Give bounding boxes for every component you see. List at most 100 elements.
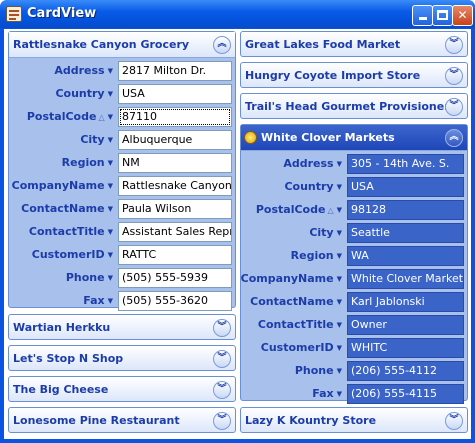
field-label[interactable]: Address ▼ [283,157,342,170]
filter-dropdown-icon[interactable]: ▼ [108,182,113,190]
window-title: CardView [27,6,97,21]
field-value-country[interactable]: USA [118,84,232,104]
field-value-contactname[interactable]: Paula Wilson [118,199,232,219]
field-label[interactable]: PostalCode △ ▼ [256,203,342,216]
field-value-phone[interactable]: (505) 555-5939 [118,268,232,288]
card-hungry-coyote[interactable]: Hungry Coyote Import Store ︾ [240,62,468,88]
field-label-text: Region [61,156,105,169]
expand-chevron-icon[interactable]: ︾ [445,67,463,85]
filter-dropdown-icon[interactable]: ▼ [108,90,113,98]
field-value-address[interactable]: 2817 Milton Dr. [118,61,232,81]
field-label[interactable]: Country ▼ [55,87,113,100]
card-white-clover[interactable]: White Clover Markets ︽ Address ▼ 305 - 14t… [240,124,468,404]
field-label[interactable]: Phone ▼ [295,364,342,377]
field-label[interactable]: Country ▼ [284,180,342,193]
expand-chevron-icon[interactable]: ︾ [213,412,231,430]
filter-dropdown-icon[interactable]: ▼ [337,275,342,283]
field-value-contacttitle[interactable]: Assistant Sales Repre [118,222,232,242]
maximize-button[interactable] [432,5,453,26]
card-lonesome-pine[interactable]: Lonesome Pine Restaurant ︾ [8,407,236,433]
field-label[interactable]: Address ▼ [54,64,113,77]
filter-dropdown-icon[interactable]: ▼ [337,321,342,329]
card-header[interactable]: Rattlesnake Canyon Grocery ︽ [9,32,235,58]
card-trails-head[interactable]: Trail's Head Gourmet Provisioners ︾ [240,93,468,119]
field-label[interactable]: CustomerID ▼ [32,248,113,261]
field-value-postalcode[interactable]: 98128 [347,200,464,220]
field-value-postalcode[interactable]: 87110 [118,107,232,127]
field-label-text: PostalCode [26,110,97,123]
field-value-city[interactable]: Albuquerque [118,130,232,150]
field-value-contactname[interactable]: Karl Jablonski [347,292,464,312]
field-value-contacttitle[interactable]: Owner [347,315,464,335]
field-value-region[interactable]: WA [347,246,464,266]
filter-dropdown-icon[interactable]: ▼ [337,183,342,191]
expand-chevron-icon[interactable]: ︾ [445,98,463,116]
field-value-customerid[interactable]: WHITC [347,338,464,358]
field-label[interactable]: Fax ▼ [83,294,113,307]
close-button[interactable]: ✕ [452,5,473,26]
filter-dropdown-icon[interactable]: ▼ [108,251,113,259]
field-label[interactable]: City ▼ [309,226,342,239]
filter-dropdown-icon[interactable]: ▼ [108,67,113,75]
field-value-city[interactable]: Seattle [347,223,464,243]
field-value-phone[interactable]: (206) 555-4112 [347,361,464,381]
filter-dropdown-icon[interactable]: ▼ [337,160,342,168]
card-rattlesnake[interactable]: Rattlesnake Canyon Grocery ︽ Address ▼ 281… [8,31,236,311]
field-value-fax[interactable]: (206) 555-4115 [347,384,464,404]
field-value-customerid[interactable]: RATTC [118,245,232,265]
card-great-lakes[interactable]: Great Lakes Food Market ︾ [240,31,468,57]
filter-dropdown-icon[interactable]: ▼ [108,159,113,167]
filter-dropdown-icon[interactable]: ▼ [108,274,113,282]
card-the-big-cheese[interactable]: The Big Cheese ︾ [8,376,236,402]
card-title: White Clover Markets [261,131,395,144]
filter-dropdown-icon[interactable]: ▼ [108,136,113,144]
app-icon [6,6,22,22]
field-label[interactable]: PostalCode △ ▼ [27,110,113,123]
field-label[interactable]: ContactName ▼ [250,295,342,308]
filter-dropdown-icon[interactable]: ▼ [108,113,113,121]
filter-dropdown-icon[interactable]: ▼ [337,206,342,214]
card-header[interactable]: White Clover Markets ︽ [241,125,467,151]
minimize-button[interactable] [412,5,433,26]
field-label[interactable]: CompanyName ▼ [12,179,113,192]
filter-dropdown-icon[interactable]: ▼ [108,228,113,236]
field-label[interactable]: ContactName ▼ [21,202,113,215]
expand-chevron-icon[interactable]: ︾ [445,412,463,430]
field-label[interactable]: Fax ▼ [312,387,342,400]
field-value-region[interactable]: NM [118,153,232,173]
field-label[interactable]: ContactTitle ▼ [258,318,342,331]
filter-dropdown-icon[interactable]: ▼ [337,344,342,352]
field-label[interactable]: Region ▼ [291,249,342,262]
filter-dropdown-icon[interactable]: ▼ [337,298,342,306]
collapse-chevron-icon[interactable]: ︽ [213,36,231,54]
filter-dropdown-icon[interactable]: ▼ [108,205,113,213]
field-label[interactable]: Region ▼ [62,156,113,169]
field-label[interactable]: ContactTitle ▼ [29,225,113,238]
filter-dropdown-icon[interactable]: ▼ [337,229,342,237]
card-lazy-k[interactable]: Lazy K Kountry Store ︾ [240,407,468,433]
field-label[interactable]: CustomerID ▼ [261,341,342,354]
card-lets-stop-n-shop[interactable]: Let's Stop N Shop ︾ [8,345,236,371]
field-row-country: Country ▼ [9,83,113,106]
field-value-fax[interactable]: (505) 555-3620 [118,291,232,311]
field-label[interactable]: City ▼ [80,133,113,146]
filter-dropdown-icon[interactable]: ▼ [108,297,113,305]
field-value-address[interactable]: 305 - 14th Ave. S. [347,154,464,174]
expand-chevron-icon[interactable]: ︾ [213,350,231,368]
field-value-companyname[interactable]: Rattlesnake Canyon [118,176,232,196]
field-value-country[interactable]: USA [347,177,464,197]
collapse-chevron-icon[interactable]: ︽ [445,129,463,147]
expand-chevron-icon[interactable]: ︾ [213,381,231,399]
field-value-companyname[interactable]: White Clover Markets [347,269,464,289]
field-label-text: Address [54,64,105,77]
card-wartian-herkku[interactable]: Wartian Herkku ︾ [8,314,236,340]
filter-dropdown-icon[interactable]: ▼ [337,252,342,260]
expand-chevron-icon[interactable]: ︾ [213,319,231,337]
field-row-customerid: CustomerID ▼ [9,244,113,267]
filter-dropdown-icon[interactable]: ▼ [337,390,342,398]
field-label[interactable]: Phone ▼ [66,271,113,284]
filter-dropdown-icon[interactable]: ▼ [337,367,342,375]
field-label[interactable]: CompanyName ▼ [241,272,342,285]
title-bar[interactable]: CardView ✕ [0,0,475,28]
expand-chevron-icon[interactable]: ︾ [445,36,463,54]
